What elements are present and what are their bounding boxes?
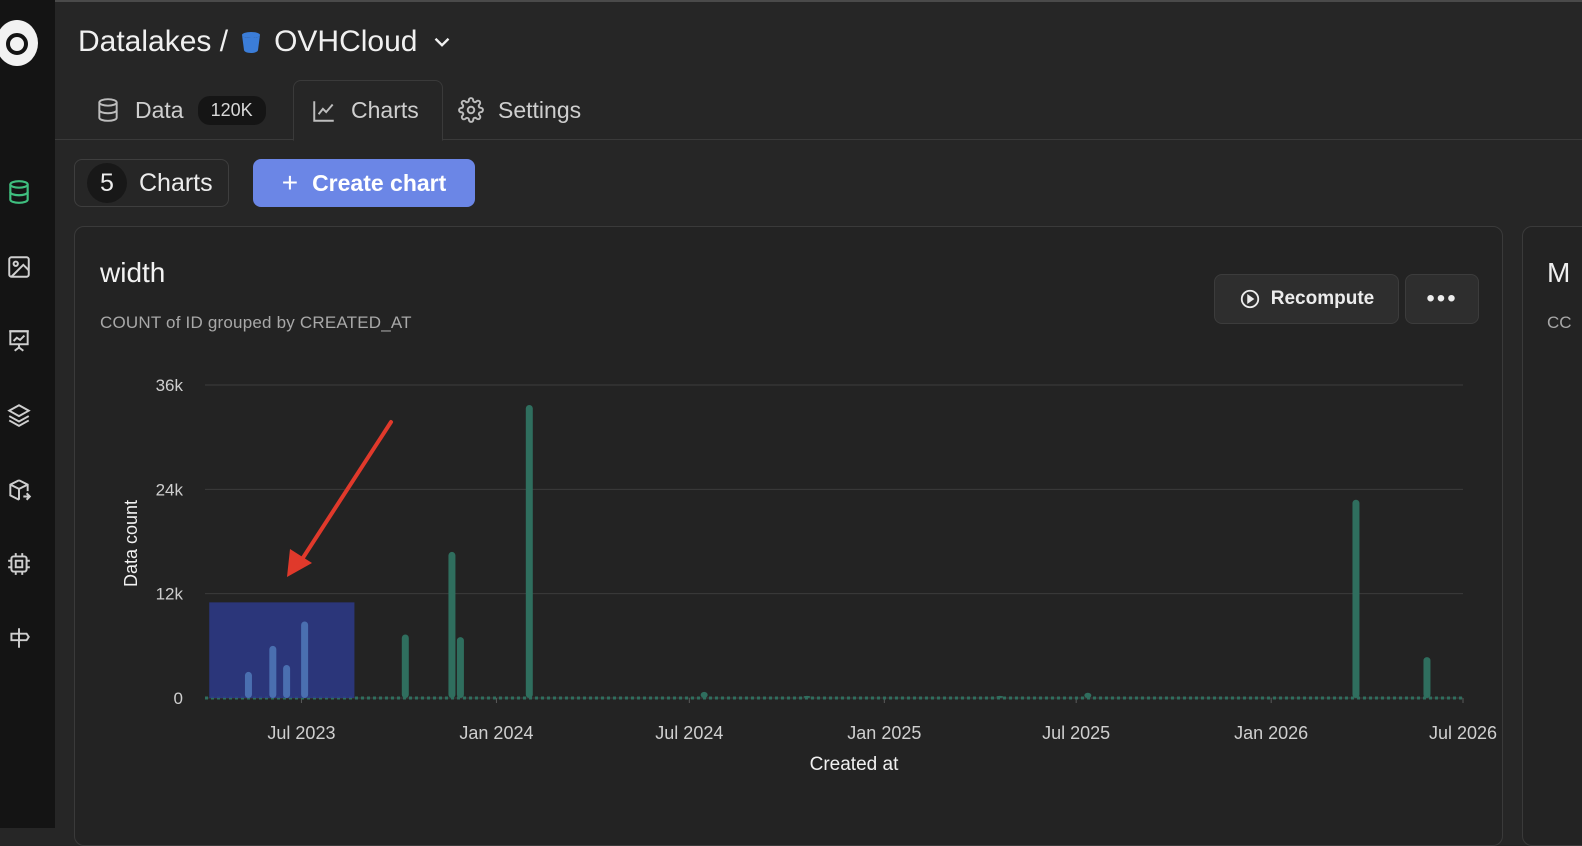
tab-charts[interactable]: Charts: [293, 80, 443, 141]
x-tick-label: Jul 2025: [1042, 723, 1110, 743]
x-axis-title: Created at: [810, 754, 899, 775]
breadcrumb-root[interactable]: Datalakes /: [78, 25, 228, 59]
line-chart-icon: [313, 100, 334, 122]
x-tick-label: Jul 2023: [267, 723, 335, 743]
row-count-badge: 120K: [197, 95, 266, 125]
window-top-border: [0, 0, 1582, 2]
charts-count-pill: 5 Charts: [74, 159, 229, 207]
tab-bar: Data 120K Charts Settings: [55, 80, 1582, 141]
y-tick-label: 12k: [156, 585, 184, 604]
next-chart-subtitle: CC: [1547, 313, 1572, 332]
chart-bar: [1423, 657, 1431, 698]
annotation-arrow-shaft: [295, 420, 393, 569]
cpu-icon[interactable]: [6, 551, 32, 577]
chart-bar: [996, 695, 1004, 698]
chart-bar: [456, 637, 464, 698]
x-tick-label: Jan 2026: [1234, 723, 1308, 743]
chart-bar: [244, 671, 252, 698]
chart-bar: [700, 691, 708, 698]
breadcrumb: Datalakes / OVHCloud: [78, 22, 455, 62]
box-export-icon[interactable]: [6, 477, 32, 503]
chart-card: width COUNT of ID grouped by CREATED_AT …: [74, 226, 1503, 846]
presentation-chart-icon[interactable]: [6, 328, 32, 354]
y-tick-label: 36k: [156, 376, 184, 395]
chart-bar: [1084, 692, 1092, 698]
x-tick-label: Jul 2024: [655, 723, 723, 743]
chart-bar: [301, 621, 309, 698]
bar-chart[interactable]: 0 12k 24k 36k Jul 2023 Jan 2024 Jul 2024 Jan 20…: [75, 227, 1502, 827]
app-logo[interactable]: [0, 20, 38, 66]
x-tick-label: Jan 2025: [847, 723, 921, 743]
plus-icon: +: [281, 167, 299, 198]
next-chart-title: M: [1547, 257, 1571, 288]
datalake-name[interactable]: OVHCloud: [274, 25, 417, 59]
create-chart-button[interactable]: + Create chart: [253, 159, 475, 207]
chart-bar: [525, 404, 533, 698]
chart-bar: [1352, 499, 1360, 698]
y-tick-label: 24k: [156, 480, 184, 499]
tab-label: Data: [135, 96, 184, 123]
chevron-down-icon[interactable]: [429, 29, 455, 55]
y-tick-label: 0: [174, 689, 183, 708]
chart-bar: [269, 645, 277, 698]
chart-bar: [803, 695, 811, 698]
tab-label: Settings: [498, 96, 582, 123]
chart-bar: [283, 664, 291, 698]
next-chart-card[interactable]: M CC: [1522, 226, 1582, 846]
sidebar: [0, 0, 55, 828]
tab-label: Charts: [351, 97, 419, 123]
gear-icon: [458, 97, 484, 123]
y-axis-title: Data count: [121, 500, 141, 587]
signpost-icon[interactable]: [6, 625, 32, 651]
layers-icon[interactable]: [6, 402, 32, 428]
database-icon[interactable]: [6, 179, 32, 205]
x-tick-label: Jan 2024: [459, 723, 533, 743]
database-icon: [98, 98, 118, 122]
chart-bar: [448, 551, 456, 698]
bucket-icon: [240, 30, 262, 54]
create-chart-label: Create chart: [312, 169, 447, 196]
selection-range: [209, 602, 355, 698]
charts-count-label: Charts: [139, 168, 213, 197]
x-tick-label: Jul 2026: [1429, 723, 1497, 743]
chart-bar: [401, 634, 409, 698]
image-icon[interactable]: [6, 254, 32, 280]
charts-count: 5: [87, 163, 127, 203]
tab-data[interactable]: Data 120K: [95, 80, 266, 140]
tab-settings[interactable]: Settings: [458, 80, 581, 140]
